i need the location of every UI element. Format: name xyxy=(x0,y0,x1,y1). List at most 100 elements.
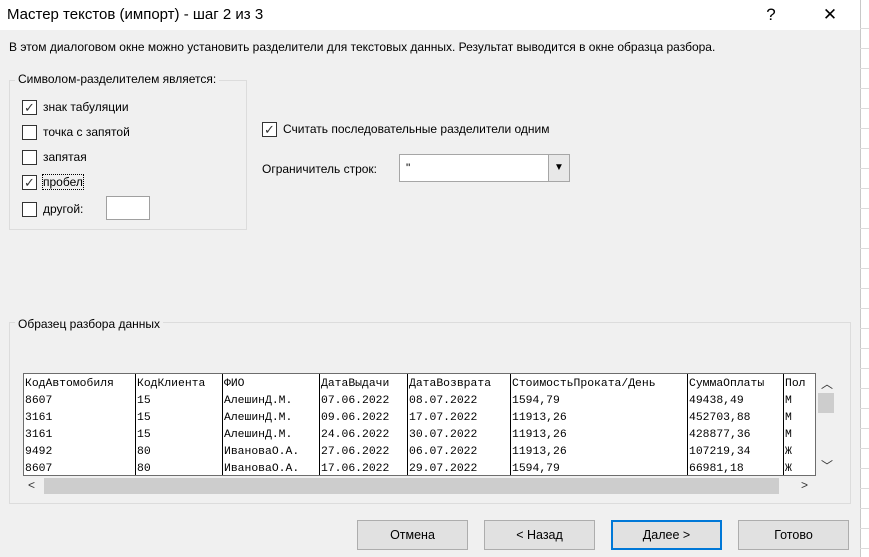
preview-cell: 11913,26 xyxy=(512,446,567,458)
space-delimiter-option[interactable]: ✓ пробел xyxy=(22,173,84,191)
preview-cell: АлешинД.М. xyxy=(224,429,293,441)
preview-cell: 1594,79 xyxy=(512,463,560,475)
preview-cell: 27.06.2022 xyxy=(321,446,390,458)
preview-cell: 17.06.2022 xyxy=(321,463,390,475)
title-bar: Мастер текстов (импорт) - шаг 2 из 3 ? ✕ xyxy=(0,0,860,30)
comma-delimiter-option[interactable]: запятая xyxy=(22,148,87,166)
preview-cell: 8607 xyxy=(25,395,53,407)
preview-header-cell: КодАвтомобиля xyxy=(25,378,114,390)
close-button[interactable]: ✕ xyxy=(807,0,853,30)
preview-cell: 80 xyxy=(137,463,151,475)
preview-cell: 66981,18 xyxy=(689,463,744,475)
preview-cell: М xyxy=(785,412,792,424)
column-separator xyxy=(135,374,136,475)
preview-cell: 29.07.2022 xyxy=(409,463,478,475)
preview-cell: 9492 xyxy=(25,446,53,458)
next-button[interactable]: Далее > xyxy=(611,520,722,550)
preview-cell: 107219,34 xyxy=(689,446,751,458)
horizontal-scroll-thumb[interactable] xyxy=(44,478,779,494)
check-icon: ✓ xyxy=(24,174,35,190)
preview-cell: 17.07.2022 xyxy=(409,412,478,424)
preview-cell: 07.06.2022 xyxy=(321,395,390,407)
preview-header-cell: КодКлиента xyxy=(137,378,206,390)
text-qualifier-select[interactable]: " ▼ xyxy=(399,154,570,182)
column-separator xyxy=(407,374,408,475)
other-label: другой: xyxy=(43,202,84,216)
preview-cell: 452703,88 xyxy=(689,412,751,424)
check-icon: ✓ xyxy=(264,121,275,137)
preview-cell: 49438,49 xyxy=(689,395,744,407)
column-separator xyxy=(319,374,320,475)
preview-cell: 15 xyxy=(137,429,151,441)
text-qualifier-value: " xyxy=(406,161,411,175)
column-separator xyxy=(783,374,784,475)
comma-label: запятая xyxy=(43,150,87,164)
preview-header-cell: ДатаВозврата xyxy=(409,378,492,390)
preview-cell: 1594,79 xyxy=(512,395,560,407)
preview-cell: 11913,26 xyxy=(512,412,567,424)
preview-header-cell: ФИО xyxy=(224,378,245,390)
preview-cell: 428877,36 xyxy=(689,429,751,441)
preview-cell: 15 xyxy=(137,395,151,407)
consecutive-label: Считать последовательные разделители одн… xyxy=(283,122,550,136)
chevron-down-icon[interactable]: ▼ xyxy=(548,155,569,181)
preview-cell: АлешинД.М. xyxy=(224,395,293,407)
preview-cell: 24.06.2022 xyxy=(321,429,390,441)
window-title: Мастер текстов (импорт) - шаг 2 из 3 xyxy=(7,6,264,23)
chevron-left-icon[interactable]: < xyxy=(28,478,35,492)
delimiters-legend: Символом-разделителем является: xyxy=(15,72,220,86)
preview-cell: М xyxy=(785,395,792,407)
chevron-right-icon[interactable]: > xyxy=(801,478,808,492)
preview-cell: 09.06.2022 xyxy=(321,412,390,424)
tab-label: знак табуляции xyxy=(43,100,129,114)
preview-horizontal-scrollbar[interactable]: < > xyxy=(23,476,816,496)
preview-cell: 30.07.2022 xyxy=(409,429,478,441)
preview-cell: Ж xyxy=(785,446,792,458)
semicolon-label: точка с запятой xyxy=(43,125,130,139)
preview-cell: 3161 xyxy=(25,412,53,424)
column-separator xyxy=(687,374,688,475)
column-separator xyxy=(222,374,223,475)
semicolon-checkbox[interactable] xyxy=(22,124,37,140)
help-button[interactable]: ? xyxy=(748,0,794,30)
preview-header-cell: СтоимостьПроката/День xyxy=(512,378,656,390)
preview-cell: 8607 xyxy=(25,463,53,475)
semicolon-delimiter-option[interactable]: точка с запятой xyxy=(22,123,130,141)
tab-delimiter-option[interactable]: ✓ знак табуляции xyxy=(22,98,129,116)
text-qualifier-label: Ограничитель строк: xyxy=(262,162,377,176)
preview-legend: Образец разбора данных xyxy=(15,317,164,331)
finish-button[interactable]: Готово xyxy=(738,520,849,550)
check-icon: ✓ xyxy=(24,99,35,115)
dialog-description: В этом диалоговом окне можно установить … xyxy=(9,40,716,54)
preview-header-cell: ДатаВыдачи xyxy=(321,378,390,390)
background-sheet-strip xyxy=(860,0,869,557)
preview-cell: ИвановаО.А. xyxy=(224,446,300,458)
chevron-down-icon[interactable]: ﹀ xyxy=(821,457,833,474)
other-checkbox[interactable] xyxy=(22,201,37,217)
preview-cell: 08.07.2022 xyxy=(409,395,478,407)
preview-header-cell: Пол xyxy=(785,378,806,390)
cancel-button[interactable]: Отмена xyxy=(357,520,468,550)
preview-cell: ИвановаО.А. xyxy=(224,463,300,475)
data-preview: КодАвтомобиля КодКлиента ФИО ДатаВыдачи … xyxy=(23,373,816,476)
space-label: пробел xyxy=(42,174,84,190)
column-separator xyxy=(510,374,511,475)
preview-cell: 80 xyxy=(137,446,151,458)
other-delimiter-input[interactable] xyxy=(106,196,150,220)
tab-checkbox[interactable]: ✓ xyxy=(22,99,37,115)
consecutive-checkbox[interactable]: ✓ xyxy=(262,121,277,137)
back-button[interactable]: < Назад xyxy=(484,520,595,550)
preview-cell: Ж xyxy=(785,463,792,475)
chevron-up-icon[interactable]: ︿ xyxy=(821,375,833,392)
other-delimiter-option[interactable]: другой: xyxy=(22,200,83,218)
consecutive-delimiters-option[interactable]: ✓ Считать последовательные разделители о… xyxy=(262,120,550,138)
preview-cell: 06.07.2022 xyxy=(409,446,478,458)
preview-cell: М xyxy=(785,429,792,441)
preview-cell: АлешинД.М. xyxy=(224,412,293,424)
vertical-scroll-thumb[interactable] xyxy=(818,393,834,413)
comma-checkbox[interactable] xyxy=(22,149,37,165)
preview-cell: 3161 xyxy=(25,429,53,441)
preview-vertical-scrollbar[interactable]: ︿ ﹀ xyxy=(816,373,836,476)
space-checkbox[interactable]: ✓ xyxy=(22,174,37,190)
preview-header-cell: СуммаОплаты xyxy=(689,378,765,390)
